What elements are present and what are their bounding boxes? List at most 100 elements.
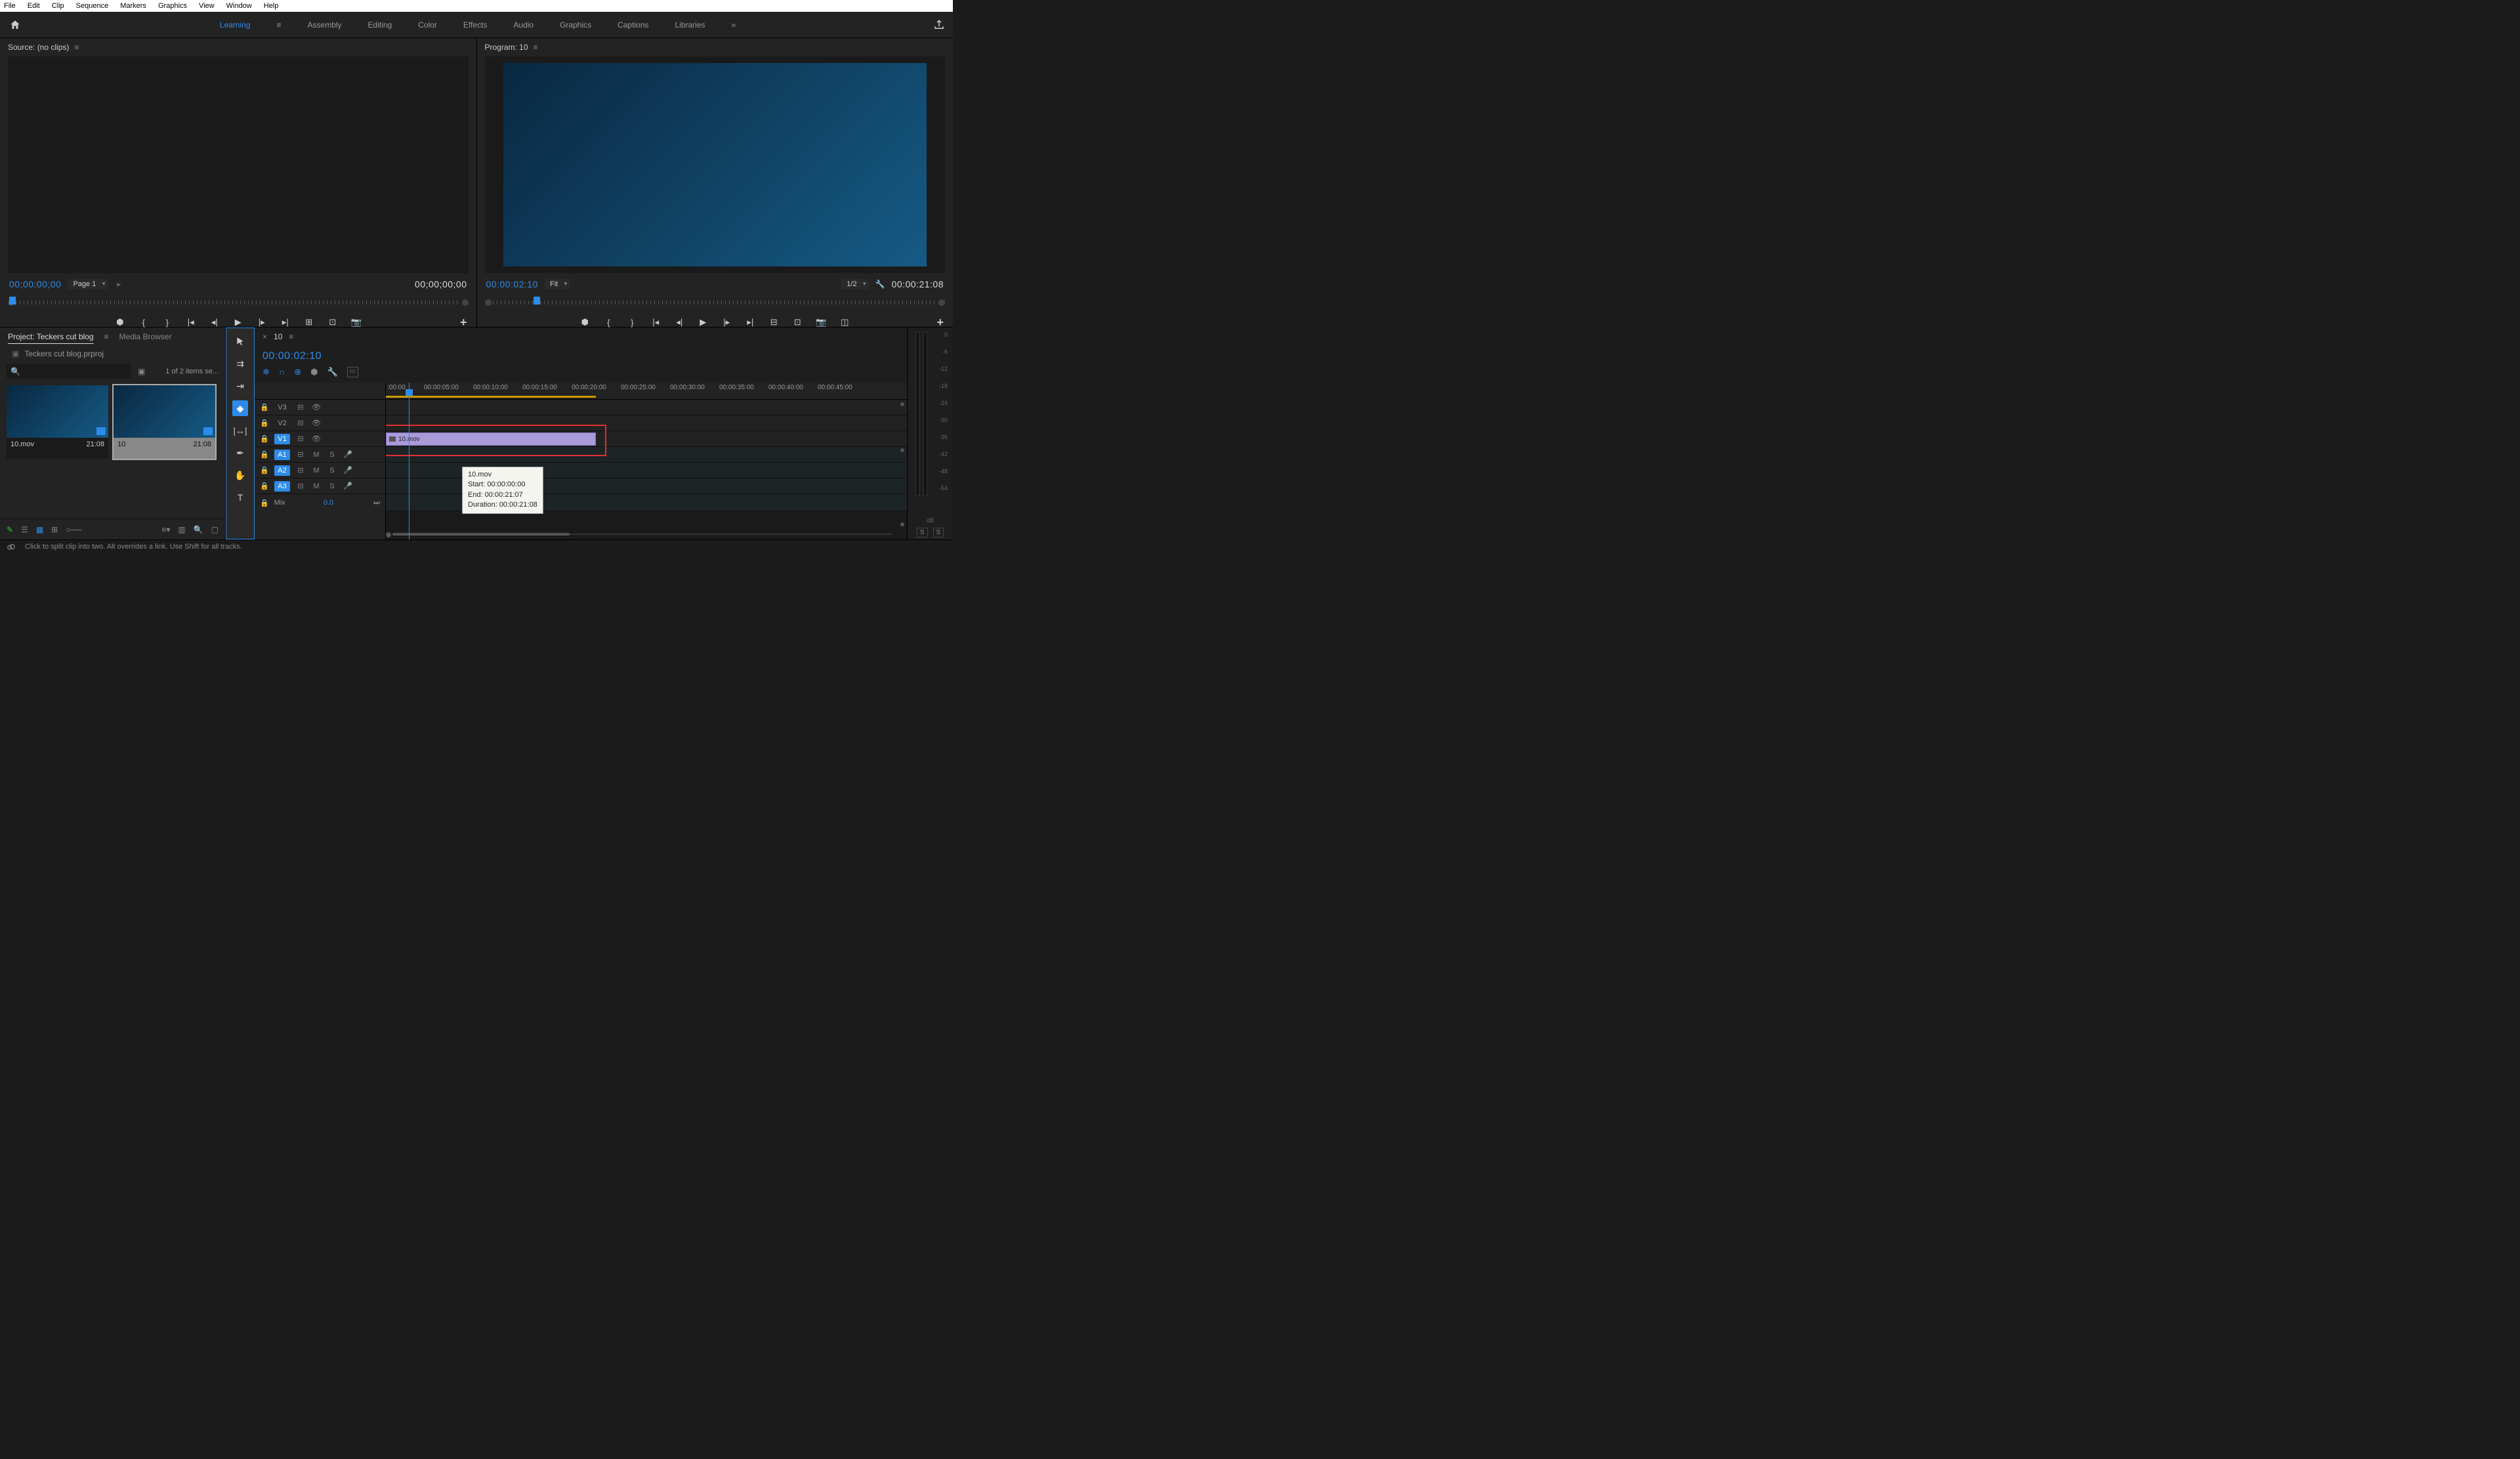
hscroll-handle-left[interactable] bbox=[386, 532, 391, 538]
track-label[interactable]: A1 bbox=[274, 450, 290, 460]
sync-lock-icon[interactable]: ⊟ bbox=[295, 450, 306, 459]
scrub-handle-right[interactable] bbox=[462, 299, 469, 306]
hscroll-thumb[interactable] bbox=[392, 533, 570, 536]
snap-icon[interactable]: ∩ bbox=[279, 367, 285, 377]
source-timecode-in[interactable]: 00;00;00;00 bbox=[9, 279, 61, 289]
go-to-in-icon[interactable]: |◂ bbox=[650, 316, 662, 328]
step-back-icon[interactable]: ◂| bbox=[673, 316, 685, 328]
add-marker-icon[interactable]: ⬢ bbox=[579, 316, 591, 328]
audio-track-header-a2[interactable]: 🔒 A2 ⊟ M S 🎤 bbox=[255, 463, 385, 478]
marker-icon[interactable]: ⬢ bbox=[310, 367, 318, 377]
menu-file[interactable]: File bbox=[4, 2, 16, 10]
lock-icon[interactable]: 🔒 bbox=[260, 450, 269, 459]
overwrite-icon[interactable]: ⊡ bbox=[327, 316, 339, 328]
caption-icon[interactable]: cc bbox=[347, 367, 358, 377]
solo-icon[interactable]: S bbox=[327, 451, 337, 459]
menu-edit[interactable]: Edit bbox=[28, 2, 40, 10]
lock-icon[interactable]: 🔒 bbox=[260, 466, 269, 475]
go-to-out-icon[interactable]: ▸| bbox=[280, 316, 291, 328]
sync-lock-icon[interactable]: ⊟ bbox=[295, 403, 306, 412]
workspace-overflow-icon[interactable]: » bbox=[732, 20, 736, 30]
solo-right-button[interactable]: S bbox=[933, 528, 944, 538]
mix-value[interactable]: 0.0 bbox=[324, 499, 333, 507]
sync-lock-icon[interactable]: ⊟ bbox=[295, 482, 306, 490]
workspace-editing[interactable]: Editing bbox=[368, 20, 392, 30]
mark-out-icon[interactable]: } bbox=[161, 316, 173, 328]
timeline-tracks-area[interactable]: :00:00 00:00:05:00 00:00:10:00 00:00:15:… bbox=[386, 383, 907, 539]
toggle-output-icon[interactable]: 👁 bbox=[311, 434, 322, 443]
voice-over-icon[interactable]: 🎤 bbox=[343, 450, 353, 459]
menu-window[interactable]: Window bbox=[226, 2, 252, 10]
workspace-audio[interactable]: Audio bbox=[513, 20, 534, 30]
track-select-tool-icon[interactable]: ⇉ bbox=[232, 356, 248, 371]
workspace-learning[interactable]: Learning bbox=[220, 20, 251, 30]
razor-tool-icon[interactable]: ◆ bbox=[232, 400, 248, 416]
audio-track-header-a3[interactable]: 🔒 A3 ⊟ M S 🎤 bbox=[255, 478, 385, 494]
lock-icon[interactable]: 🔒 bbox=[260, 419, 269, 427]
scrub-handle-left[interactable] bbox=[485, 299, 492, 306]
timeline-horizontal-scroll[interactable] bbox=[386, 532, 899, 537]
track-v3[interactable] bbox=[386, 400, 907, 415]
icon-view-icon[interactable]: ▦ bbox=[36, 525, 43, 534]
lock-icon[interactable]: 🔒 bbox=[260, 403, 269, 412]
sync-lock-icon[interactable]: ⊟ bbox=[295, 434, 306, 443]
linked-selection-icon[interactable]: ⊗ bbox=[294, 367, 301, 377]
sequence-name[interactable]: 10 bbox=[274, 332, 282, 341]
scrub-handle-right[interactable] bbox=[938, 299, 945, 306]
sort-icon[interactable]: ≡▾ bbox=[161, 525, 170, 534]
solo-icon[interactable]: S bbox=[327, 482, 337, 490]
track-label[interactable]: V1 bbox=[274, 434, 290, 444]
voice-over-icon[interactable]: 🎤 bbox=[343, 482, 353, 490]
timeline-timecode[interactable]: 00:00:02:10 bbox=[262, 350, 322, 362]
bin-item-sequence[interactable]: 1021:08 bbox=[114, 385, 215, 459]
export-frame-icon[interactable]: 📷 bbox=[815, 316, 827, 328]
menu-view[interactable]: View bbox=[199, 2, 215, 10]
source-viewer[interactable] bbox=[8, 56, 469, 273]
add-marker-icon[interactable]: ⬢ bbox=[114, 316, 126, 328]
work-area-bar[interactable] bbox=[386, 396, 596, 398]
new-bin-icon[interactable]: ▣ bbox=[138, 367, 145, 376]
new-item-icon[interactable]: ▢ bbox=[211, 525, 219, 534]
workspace-libraries[interactable]: Libraries bbox=[675, 20, 705, 30]
automate-icon[interactable]: ▥ bbox=[178, 525, 185, 534]
zoom-slider-icon[interactable]: ○── bbox=[66, 525, 81, 534]
sync-lock-icon[interactable]: ⊟ bbox=[295, 419, 306, 427]
menu-markers[interactable]: Markers bbox=[120, 2, 146, 10]
close-sequence-icon[interactable]: × bbox=[262, 332, 267, 341]
ripple-edit-tool-icon[interactable]: ⇥ bbox=[232, 378, 248, 394]
settings-icon[interactable]: 🔧 bbox=[875, 280, 885, 289]
share-icon[interactable] bbox=[933, 19, 945, 31]
track-label[interactable]: A3 bbox=[274, 481, 290, 492]
timeline-playhead[interactable] bbox=[409, 383, 410, 539]
source-page-next-icon[interactable]: ▸ bbox=[117, 280, 121, 289]
menu-clip[interactable]: Clip bbox=[52, 2, 64, 10]
creative-cloud-icon[interactable] bbox=[7, 542, 16, 551]
toggle-output-icon[interactable]: 👁 bbox=[311, 419, 322, 427]
pen-tool-icon[interactable]: ✒ bbox=[232, 445, 248, 461]
step-back-icon[interactable]: ◂| bbox=[209, 316, 220, 328]
lock-icon[interactable]: 🔒 bbox=[260, 482, 269, 490]
selection-tool-icon[interactable] bbox=[232, 333, 248, 349]
mute-icon[interactable]: M bbox=[311, 451, 322, 459]
track-v1[interactable]: 10.mov bbox=[386, 431, 907, 447]
media-browser-tab[interactable]: Media Browser bbox=[119, 332, 172, 341]
timeline-clip[interactable]: 10.mov bbox=[386, 433, 596, 446]
workspace-captions[interactable]: Captions bbox=[618, 20, 648, 30]
hand-tool-icon[interactable]: ✋ bbox=[232, 467, 248, 483]
extract-icon[interactable]: ⊡ bbox=[791, 316, 803, 328]
menu-sequence[interactable]: Sequence bbox=[76, 2, 109, 10]
menu-graphics[interactable]: Graphics bbox=[158, 2, 187, 10]
timeline-ruler[interactable]: :00:00 00:00:05:00 00:00:10:00 00:00:15:… bbox=[386, 383, 907, 400]
program-viewer[interactable] bbox=[485, 56, 946, 273]
vscroll-handle-bot[interactable] bbox=[900, 522, 904, 526]
video-track-header-v3[interactable]: 🔒 V3 ⊟ 👁 bbox=[255, 400, 385, 415]
find-icon[interactable]: 🔍 bbox=[194, 525, 203, 534]
track-label[interactable]: V3 bbox=[274, 402, 290, 413]
solo-left-button[interactable]: S bbox=[917, 528, 928, 538]
program-panel-menu-icon[interactable]: ≡ bbox=[534, 43, 538, 52]
mute-icon[interactable]: M bbox=[311, 482, 322, 490]
comparison-view-icon[interactable]: ◫ bbox=[839, 316, 850, 328]
program-zoom-selector[interactable]: Fit bbox=[545, 279, 570, 289]
write-mode-icon[interactable]: ✎ bbox=[7, 525, 13, 534]
workspace-effects[interactable]: Effects bbox=[463, 20, 487, 30]
